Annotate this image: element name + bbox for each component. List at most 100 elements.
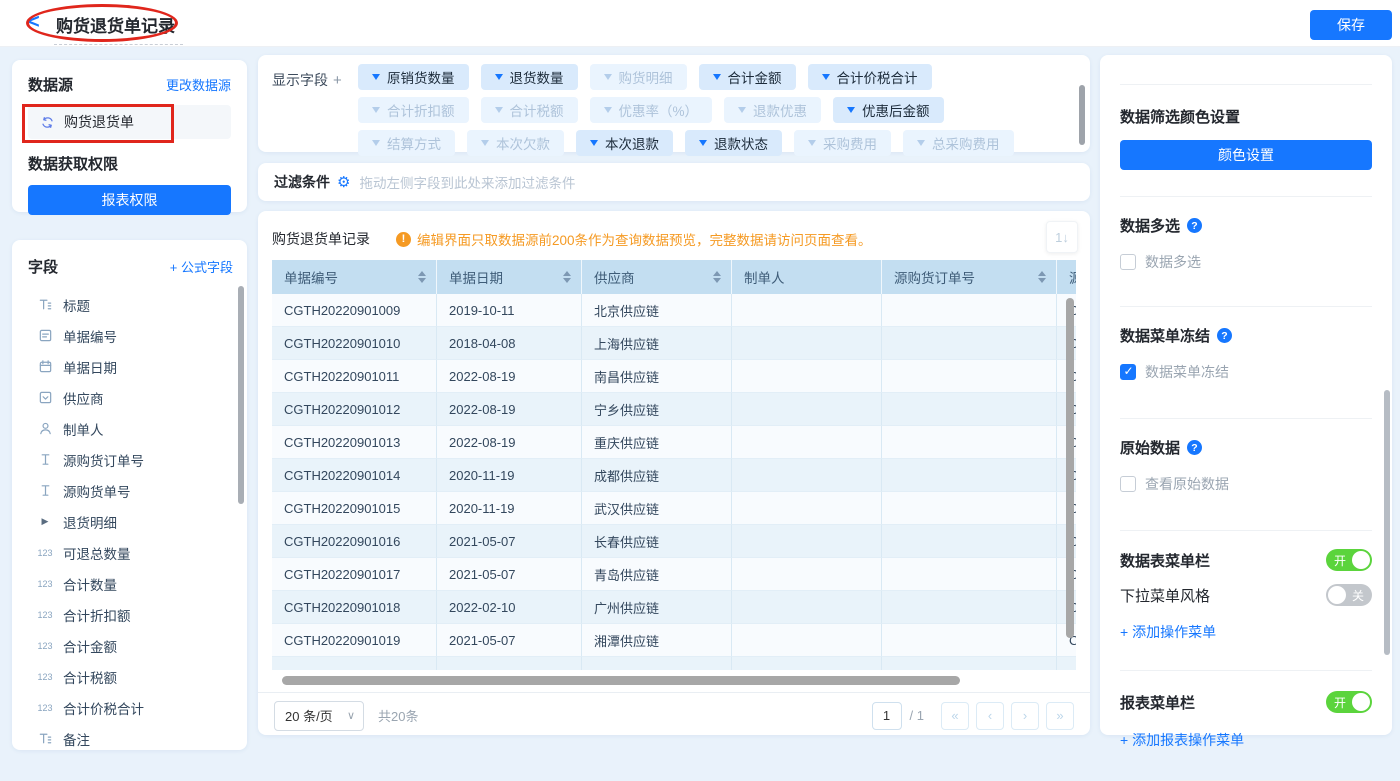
table-row[interactable]: CGTH202209010102018-04-08上海供应链CG2022 [272,327,1076,360]
field-item[interactable]: ▶退货明细 [28,506,233,537]
settings-scrollbar[interactable] [1384,390,1390,655]
display-field-chip[interactable]: 退款状态 [685,130,782,156]
table-cell [732,360,882,393]
display-field-chip[interactable]: 合计折扣额 [358,97,469,123]
table-cell [732,426,882,459]
display-field-chip[interactable]: 合计金额 [699,64,796,90]
report-permission-button[interactable]: 报表权限 [28,185,231,215]
save-button[interactable]: 保存 [1310,10,1392,40]
table-row[interactable]: CGTH202209010112022-08-19南昌供应链CG2022 [272,360,1076,393]
chevron-down-icon [917,140,925,146]
page-number-input[interactable] [872,702,902,730]
column-header[interactable]: 单据日期 [437,260,582,294]
table-row[interactable]: CGTH202209010172021-05-07青岛供应链CG2022 [272,558,1076,591]
custom-sort-button[interactable]: 1↓ [1046,221,1078,253]
prev-page-button[interactable]: ‹ [976,702,1004,730]
table-vertical-scrollbar[interactable] [1066,298,1074,638]
field-item[interactable]: 123合计数量 [28,568,233,599]
page-size-select[interactable]: 20 条/页 ∨ [274,701,364,731]
display-field-chip[interactable]: 采购费用 [794,130,891,156]
add-action-menu-link[interactable]: + 添加操作菜单 [1120,622,1372,642]
table-row[interactable]: CGTH202209010092019-10-11北京供应链CG2022 [272,294,1076,327]
chip-label: 退货数量 [510,67,564,87]
datasource-item[interactable]: 购货退货单 [28,105,231,139]
table-horizontal-scrollbar[interactable] [282,676,960,685]
table-row[interactable]: CGTH202209010182022-02-10广州供应链CG2022 [272,591,1076,624]
table-row[interactable]: CGTH202209010132022-08-19重庆供应链CG2022 [272,426,1076,459]
table-row[interactable]: CGTH202209010142020-11-19成都供应链CG2022 [272,459,1076,492]
column-header[interactable]: 制单人 [732,260,882,294]
gear-icon[interactable]: ⚙ [337,173,350,191]
field-item[interactable]: 123合计价税合计 [28,692,233,723]
help-icon[interactable]: ? [1217,328,1232,343]
display-field-chip[interactable]: 原销货数量 [358,64,469,90]
field-item[interactable]: 源购货订单号 [28,444,233,475]
column-header[interactable]: 源购货订单号 [882,260,1057,294]
field-item[interactable]: 备注 [28,723,233,754]
fields-scrollbar[interactable] [238,286,244,504]
field-item[interactable]: 单据编号 [28,320,233,351]
column-header[interactable]: 源购货单号 [1057,260,1076,294]
chips-scrollbar[interactable] [1079,85,1085,145]
sort-carets-icon[interactable] [563,271,571,283]
table-row[interactable]: CGTH202209010152020-11-19武汉供应链CG2022 [272,492,1076,525]
display-field-chip[interactable]: 总采购费用 [903,130,1014,156]
table-row[interactable]: CGTH202209010122022-08-19宁乡供应链CG2022 [272,393,1076,426]
sort-carets-icon[interactable] [1038,271,1046,283]
display-field-chip[interactable]: 结算方式 [358,130,455,156]
display-field-chip[interactable]: 购货明细 [590,64,687,90]
field-item[interactable]: 123合计税额 [28,661,233,692]
table-row[interactable]: CGTH202209010192021-05-07湘潭供应链CG2022 [272,624,1076,657]
change-datasource-link[interactable]: 更改数据源 [166,75,231,94]
back-icon[interactable]: < [28,11,40,34]
column-header[interactable]: 供应商 [582,260,732,294]
field-item[interactable]: 制单人 [28,413,233,444]
field-item[interactable]: 单据日期 [28,351,233,382]
display-field-chip[interactable]: 合计税额 [481,97,578,123]
chevron-down-icon [481,140,489,146]
display-field-chip[interactable]: 合计价税合计 [808,64,932,90]
table-row[interactable]: CGTH202209010162021-05-07长春供应链CG2022 [272,525,1076,558]
display-field-chip[interactable]: 退款优惠 [724,97,821,123]
field-item[interactable]: 源购货单号 [28,475,233,506]
report-menubar-toggle[interactable]: 开 [1326,691,1372,713]
table-cell: 2022-08-19 [437,426,582,459]
table-row[interactable] [272,657,1076,670]
display-field-chip[interactable]: 退货数量 [481,64,578,90]
menu-freeze-checkbox-row[interactable]: 数据菜单冻结 [1120,362,1372,382]
field-item[interactable]: 123可退总数量 [28,537,233,568]
first-page-button[interactable]: « [941,702,969,730]
datasource-heading: 数据源 [28,74,73,95]
help-icon[interactable]: ? [1187,218,1202,233]
field-item[interactable]: 供应商 [28,382,233,413]
checkbox[interactable] [1120,476,1136,492]
display-field-chip[interactable]: 本次欠款 [467,130,564,156]
number-icon: 123 [36,548,54,558]
raw-data-checkbox-row[interactable]: 查看原始数据 [1120,474,1372,494]
multi-select-checkbox-row[interactable]: 数据多选 [1120,252,1372,272]
color-setting-button[interactable]: 颜色设置 [1120,140,1372,170]
checkbox[interactable] [1120,254,1136,270]
add-report-menu-link[interactable]: + 添加报表操作菜单 [1120,730,1372,750]
column-header[interactable]: 单据编号 [272,260,437,294]
add-display-field-icon[interactable]: + [333,72,342,89]
field-item[interactable]: 123合计金额 [28,630,233,661]
help-icon[interactable]: ? [1187,440,1202,455]
sort-carets-icon[interactable] [713,271,721,283]
display-field-chip[interactable]: 优惠率（%） [590,97,713,123]
dropdown-style-toggle[interactable]: 关 [1326,584,1372,606]
last-page-button[interactable]: » [1046,702,1074,730]
column-header-label: 单据编号 [284,267,338,287]
display-field-chip[interactable]: 本次退款 [576,130,673,156]
chip-label: 原销货数量 [387,67,455,87]
formula-field-link[interactable]: + 公式字段 [170,257,233,276]
checkbox[interactable] [1120,364,1136,380]
next-page-button[interactable]: › [1011,702,1039,730]
sort-carets-icon[interactable] [418,271,426,283]
table-cell: 2022-02-10 [437,591,582,624]
field-item[interactable]: 123合计折扣额 [28,599,233,630]
display-field-chip[interactable]: 优惠后金额 [833,97,944,123]
table-cell: CGTH20220901019 [272,624,437,657]
table-menubar-toggle[interactable]: 开 [1326,549,1372,571]
field-item[interactable]: 标题 [28,289,233,320]
